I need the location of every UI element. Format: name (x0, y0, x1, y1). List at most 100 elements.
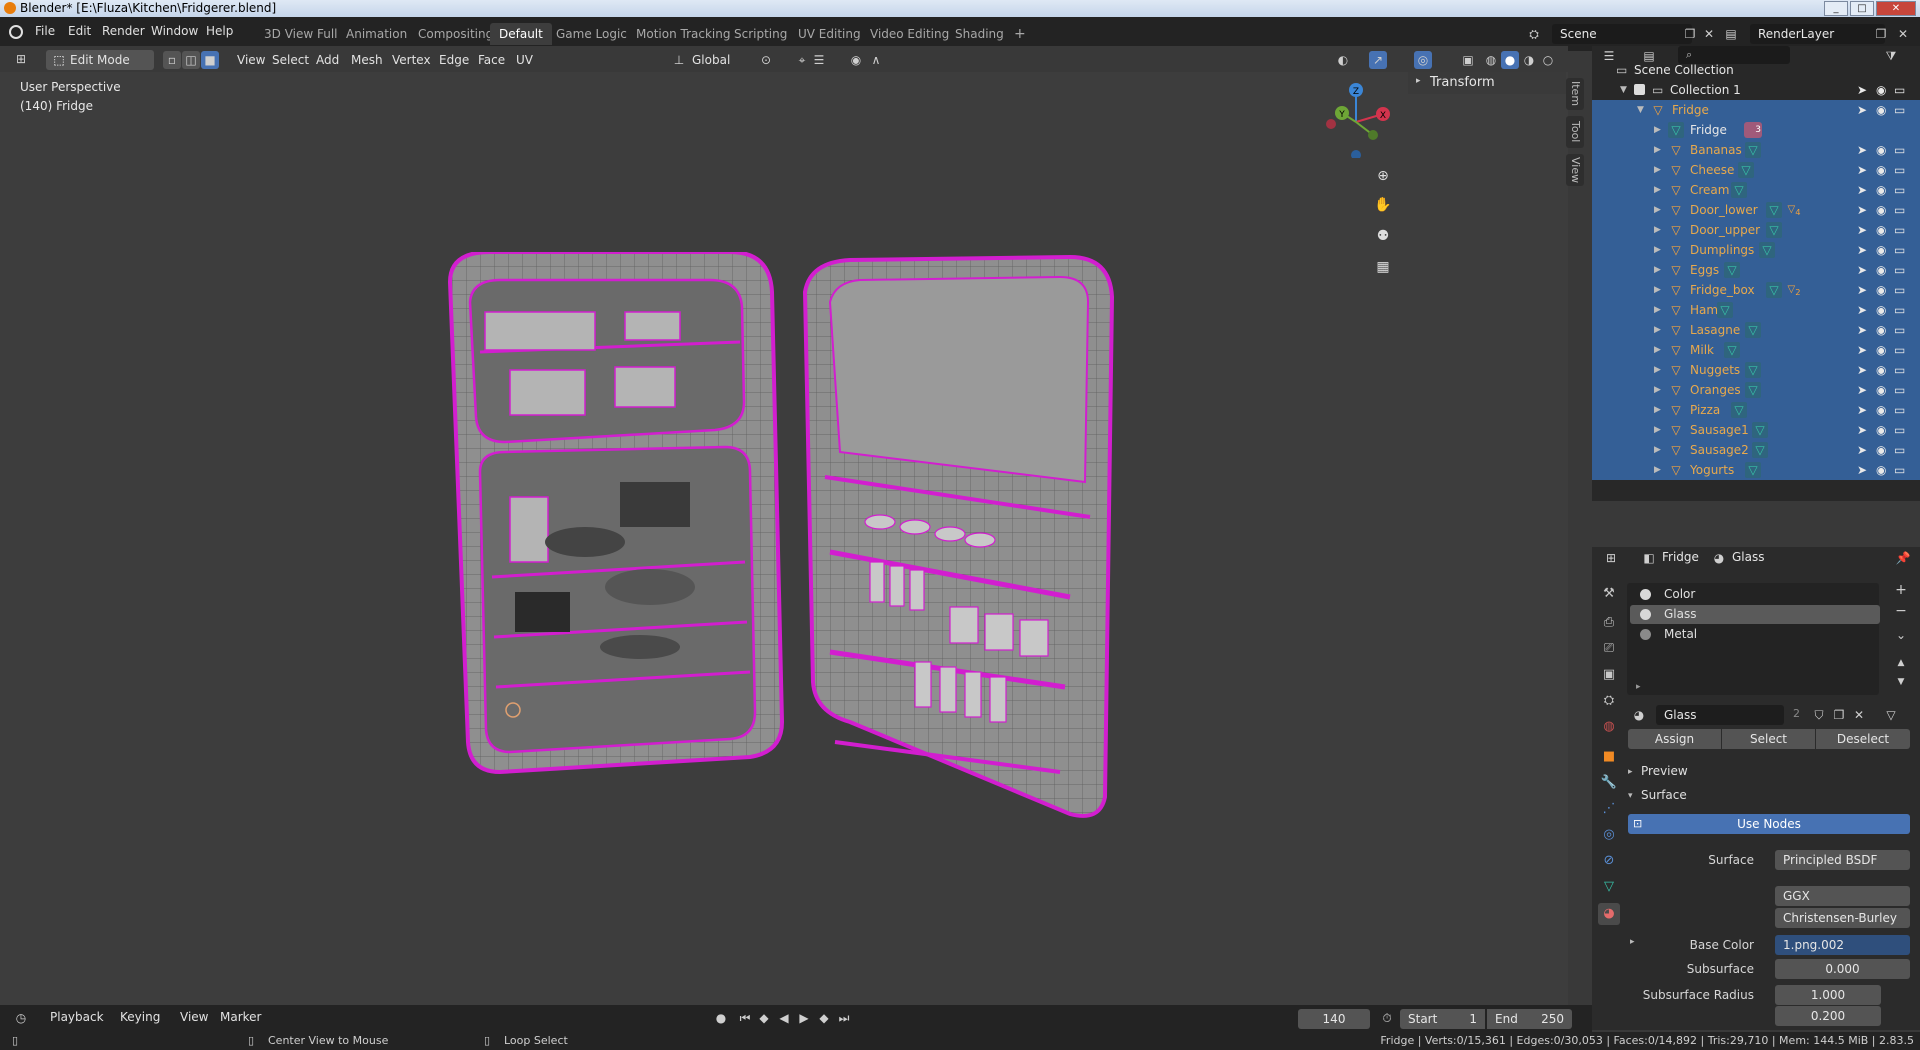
fake-user-icon[interactable]: ⛉ (1810, 706, 1828, 724)
face-select-icon[interactable]: ■ (201, 51, 219, 69)
surface-panel-header[interactable]: Surface (1641, 788, 1687, 802)
chevron-down-icon[interactable]: ▾ (1628, 791, 1633, 801)
end-frame-field[interactable]: End 250 (1487, 1009, 1572, 1029)
outliner-item-nuggets[interactable]: ▶ ▽ Nuggets ▽ ➤ ◉ ▭ (1592, 360, 1920, 380)
chevron-down-icon[interactable]: ▼ (1620, 80, 1627, 100)
tab-view[interactable]: View (1566, 154, 1584, 186)
menu-mesh[interactable]: Mesh (345, 50, 389, 70)
chevron-right-icon[interactable]: ▸ (1628, 767, 1633, 777)
menu-help[interactable]: Help (206, 24, 233, 38)
render-icon[interactable]: ▭ (1894, 360, 1905, 380)
chevron-right-icon[interactable]: ▶ (1654, 180, 1661, 200)
material-browse-icon[interactable]: ◕ (1630, 706, 1648, 724)
3d-viewport[interactable]: User Perspective (140) Fridge ▸ Transfor… (0, 72, 1584, 1012)
render-icon[interactable]: ▭ (1894, 100, 1905, 120)
eye-icon[interactable]: ◉ (1876, 100, 1886, 120)
select-arrow-icon[interactable]: ➤ (1857, 420, 1867, 440)
tab-particle-properties[interactable]: ⋰ (1598, 798, 1620, 820)
render-icon[interactable]: ▭ (1894, 160, 1905, 180)
slot-menu-icon[interactable]: ⌄ (1892, 626, 1910, 644)
xray-icon[interactable]: ▣ (1459, 51, 1477, 69)
tab-tool-properties[interactable]: ⚒ (1598, 583, 1620, 605)
base-color-field[interactable]: 1.png.002 (1775, 935, 1910, 955)
select-arrow-icon[interactable]: ➤ (1857, 300, 1867, 320)
select-arrow-icon[interactable]: ➤ (1857, 280, 1867, 300)
outliner-item-fridge_box[interactable]: ▶ ▽ Fridge_box ▽ ▽2 ➤ ◉ ▭ (1592, 280, 1920, 300)
select-arrow-icon[interactable]: ➤ (1857, 440, 1867, 460)
tab-video-editing[interactable]: Video Editing (861, 23, 958, 45)
select-button[interactable]: Select (1722, 729, 1815, 749)
tab-material-properties[interactable]: ◕ (1598, 903, 1620, 925)
select-arrow-icon[interactable]: ➤ (1857, 180, 1867, 200)
chevron-right-icon[interactable]: ▶ (1654, 160, 1661, 180)
stopwatch-icon[interactable]: ⏱ (1378, 1009, 1396, 1027)
material-link-icon[interactable]: ▽ (1882, 706, 1900, 724)
pivot-icon[interactable]: ⊙ (757, 51, 775, 69)
menu-playback[interactable]: Playback (44, 1007, 110, 1027)
menu-file[interactable]: File (35, 24, 55, 38)
eye-icon[interactable]: ◉ (1876, 440, 1886, 460)
render-icon[interactable]: ▭ (1894, 240, 1905, 260)
render-icon[interactable]: ▭ (1894, 400, 1905, 420)
transform-expand-icon[interactable]: ▸ (1416, 76, 1421, 86)
menu-vertex[interactable]: Vertex (386, 50, 437, 70)
tab-view-layer-properties[interactable]: ▣ (1598, 664, 1620, 686)
render-icon[interactable]: ▭ (1894, 140, 1905, 160)
chevron-right-icon[interactable]: ▶ (1654, 220, 1661, 240)
scene-field[interactable]: Scene (1552, 24, 1692, 44)
close-button[interactable]: ✕ (1876, 1, 1916, 16)
tab-shading[interactable]: Shading (946, 23, 1013, 45)
add-workspace-button[interactable]: + (1005, 23, 1035, 45)
eye-icon[interactable]: ◉ (1876, 180, 1886, 200)
select-arrow-icon[interactable]: ➤ (1857, 140, 1867, 160)
outliner-item-door_upper[interactable]: ▶ ▽ Door_upper ▽ ➤ ◉ ▭ (1592, 220, 1920, 240)
material-slot-glass[interactable]: Glass (1630, 605, 1880, 624)
tab-modifier-properties[interactable]: 🔧 (1598, 772, 1620, 794)
snap-icon[interactable]: ⌖ (793, 51, 811, 69)
tab-constraint-properties[interactable]: ⊘ (1598, 850, 1620, 872)
distribution-dropdown[interactable]: GGX (1775, 886, 1910, 906)
tab-output-properties[interactable]: ⎚ (1598, 638, 1620, 660)
chevron-right-icon[interactable]: ▶ (1654, 260, 1661, 280)
edge-select-icon[interactable]: ◫ (182, 51, 200, 69)
chevron-right-icon[interactable]: ▶ (1654, 120, 1661, 140)
minimize-button[interactable]: _ (1824, 1, 1848, 16)
chevron-right-icon[interactable]: ▶ (1654, 440, 1661, 460)
pan-hand-icon[interactable]: ✋ (1374, 196, 1392, 214)
subsurface-field[interactable]: 0.000 (1775, 959, 1910, 979)
eye-icon[interactable]: ◉ (1876, 360, 1886, 380)
chevron-right-icon[interactable]: ▶ (1654, 420, 1661, 440)
navigation-gizmo[interactable]: Z X Y (1316, 78, 1396, 158)
render-icon[interactable]: ▭ (1894, 420, 1905, 440)
render-icon[interactable]: ▭ (1894, 200, 1905, 220)
gizmo-toggle-icon[interactable]: ↗ (1369, 51, 1387, 69)
unlink-material-icon[interactable]: ✕ (1850, 706, 1868, 724)
outliner-item-yogurts[interactable]: ▶ ▽ Yogurts ▽ ➤ ◉ ▭ (1592, 460, 1920, 480)
visibility-icon[interactable]: ◐ (1334, 51, 1352, 69)
play-reverse-icon[interactable]: ◀ (775, 1009, 793, 1027)
fridge-body[interactable] (447, 252, 785, 775)
use-nodes-button[interactable]: Use Nodes (1628, 814, 1910, 834)
render-icon[interactable]: ▭ (1894, 300, 1905, 320)
tab-scene-properties[interactable]: ⛭ (1598, 690, 1620, 712)
transform-orientation-dropdown[interactable]: Global (686, 50, 746, 70)
tab-uv-editing[interactable]: UV Editing (789, 23, 870, 45)
select-arrow-icon[interactable]: ➤ (1857, 80, 1867, 100)
menu-window[interactable]: Window (151, 24, 198, 38)
rendered-shading-icon[interactable]: ○ (1539, 51, 1557, 69)
prev-keyframe-icon[interactable]: ◆ (755, 1009, 773, 1027)
eye-icon[interactable]: ◉ (1876, 400, 1886, 420)
eye-icon[interactable]: ◉ (1876, 420, 1886, 440)
outliner-item-milk[interactable]: ▶ ▽ Milk ▽ ➤ ◉ ▭ (1592, 340, 1920, 360)
menu-edit[interactable]: Edit (68, 24, 91, 38)
properties-editor-icon[interactable]: ⊞ (1602, 549, 1620, 567)
tab-3d-view-full[interactable]: 3D View Full (255, 23, 347, 45)
render-icon[interactable]: ▭ (1894, 280, 1905, 300)
select-arrow-icon[interactable]: ➤ (1857, 260, 1867, 280)
tab-motion-tracking[interactable]: Motion Tracking (627, 23, 739, 45)
fridge-mesh-row[interactable]: ▶ ▽ Fridge 3 (1592, 120, 1920, 140)
record-icon[interactable]: ● (712, 1009, 730, 1027)
tab-animation[interactable]: Animation (337, 23, 416, 45)
outliner-item-eggs[interactable]: ▶ ▽ Eggs ▽ ➤ ◉ ▭ (1592, 260, 1920, 280)
menu-marker[interactable]: Marker (214, 1007, 267, 1027)
